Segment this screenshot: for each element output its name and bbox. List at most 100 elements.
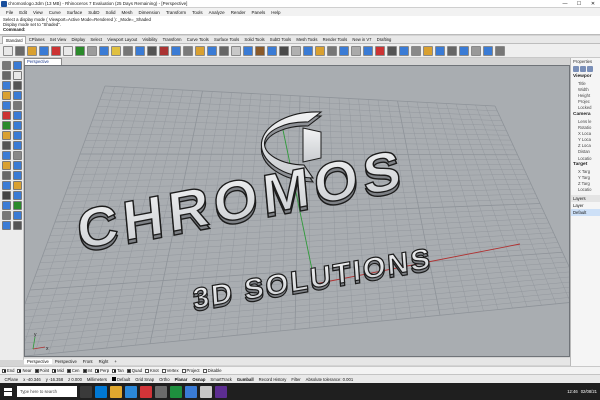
menu-edit[interactable]: Edit [16, 10, 30, 15]
toolbox-command-icon[interactable] [13, 211, 22, 220]
toolbar-command-icon[interactable] [15, 45, 25, 56]
toolbox-command-icon[interactable] [2, 131, 11, 140]
toolbox-command-icon[interactable] [13, 111, 22, 120]
toolbox-command-icon[interactable] [2, 101, 11, 110]
toolbar-command-icon[interactable] [327, 45, 337, 56]
toolbar-command-icon[interactable] [255, 45, 265, 56]
tab-transform[interactable]: Transform [160, 37, 184, 42]
taskbar-search-input[interactable]: Type here to search [17, 386, 77, 397]
toolbox-command-icon[interactable] [13, 81, 22, 90]
toolbox-command-icon[interactable] [2, 211, 11, 220]
toolbar-command-icon[interactable] [351, 45, 361, 56]
toolbox-command-icon[interactable] [2, 81, 11, 90]
toolbar-command-icon[interactable] [99, 45, 109, 56]
osnap-checkbox[interactable] [82, 368, 87, 373]
status-toggle-gumball[interactable]: Gumball [234, 377, 256, 382]
menu-panels[interactable]: Panels [248, 10, 268, 15]
target-prop-locatio[interactable]: Locatio [571, 187, 600, 193]
toolbox-command-icon[interactable] [13, 191, 22, 200]
material-icon[interactable] [580, 66, 586, 72]
toolbox-command-icon[interactable] [13, 181, 22, 190]
toolbar-command-icon[interactable] [279, 45, 289, 56]
tab-set-view[interactable]: Set View [47, 37, 69, 42]
osnap-checkbox[interactable] [95, 368, 100, 373]
command-prompt[interactable]: Command: [3, 27, 597, 32]
toolbar-command-icon[interactable] [483, 45, 493, 56]
minimize-button[interactable]: — [558, 0, 572, 8]
toolbox-command-icon[interactable] [2, 91, 11, 100]
osnap-checkbox[interactable] [202, 368, 207, 373]
status-toggle-smarttrack[interactable]: SmartTrack [208, 377, 234, 382]
toolbox-command-icon[interactable] [13, 171, 22, 180]
toolbox-command-icon[interactable] [2, 161, 11, 170]
toolbox-command-icon[interactable] [13, 71, 22, 80]
tab-select[interactable]: Select [88, 37, 105, 42]
toolbar-command-icon[interactable] [159, 45, 169, 56]
osnap-mid[interactable]: Mid [52, 368, 64, 373]
toolbar-command-icon[interactable] [207, 45, 217, 56]
toolbox-command-icon[interactable] [2, 221, 11, 230]
toolbar-command-icon[interactable] [267, 45, 277, 56]
taskbar-app-icon[interactable] [155, 385, 167, 398]
toolbox-command-icon[interactable] [2, 141, 11, 150]
object-props-icon[interactable] [573, 66, 579, 72]
toolbox-command-icon[interactable] [13, 201, 22, 210]
toolbar-command-icon[interactable] [135, 45, 145, 56]
osnap-checkbox[interactable] [66, 368, 71, 373]
taskbar-app-icon[interactable] [200, 385, 212, 398]
osnap-project[interactable]: Project [181, 368, 200, 373]
menu-render[interactable]: Render [228, 10, 249, 15]
toolbox-command-icon[interactable] [13, 61, 22, 70]
tray-date[interactable]: 02/08/21 [581, 389, 597, 394]
command-area[interactable]: Select a display mode ( Viewport=Active … [0, 16, 600, 35]
taskbar-app-icon[interactable] [140, 385, 152, 398]
osnap-point[interactable]: Point [34, 368, 49, 373]
osnap-disable[interactable]: Disable [202, 368, 222, 373]
toolbar-command-icon[interactable] [399, 45, 409, 56]
tab-display[interactable]: Display [69, 37, 88, 42]
status-layer[interactable]: Default [109, 376, 132, 382]
toolbar-command-icon[interactable] [111, 45, 121, 56]
osnap-checkbox[interactable] [161, 368, 166, 373]
tab-visibility[interactable]: Visibility [140, 37, 160, 42]
properties-tab[interactable]: Properties [571, 58, 600, 65]
layer-row-default[interactable]: Default [571, 209, 600, 216]
toolbox-command-icon[interactable] [13, 221, 22, 230]
status-toggle-filter[interactable]: Filter [289, 377, 303, 382]
toolbar-command-icon[interactable] [63, 45, 73, 56]
menu-solid[interactable]: Solid [103, 10, 119, 15]
camera-section-header[interactable]: Camera [571, 111, 600, 118]
target-section-header[interactable]: Target [571, 161, 600, 168]
viewport-tab-perspective[interactable]: Perspective [24, 359, 52, 364]
osnap-checkbox[interactable] [126, 368, 131, 373]
toolbox-command-icon[interactable] [13, 91, 22, 100]
toolbar-command-icon[interactable] [303, 45, 313, 56]
menu-help[interactable]: Help [268, 10, 283, 15]
toolbar-command-icon[interactable] [495, 45, 505, 56]
light-icon[interactable] [587, 66, 593, 72]
toolbar-command-icon[interactable] [219, 45, 229, 56]
tab-curve-tools[interactable]: Curve Tools [184, 37, 211, 42]
toolbox-command-icon[interactable] [2, 71, 11, 80]
menu-view[interactable]: View [30, 10, 46, 15]
toolbar-command-icon[interactable] [459, 45, 469, 56]
menu-subd[interactable]: SubD [85, 10, 102, 15]
osnap-checkbox[interactable] [112, 368, 117, 373]
osnap-checkbox[interactable] [145, 368, 150, 373]
tab-drafting[interactable]: Drafting [374, 37, 394, 42]
windows-start-icon[interactable] [4, 387, 12, 396]
toolbox-command-icon[interactable] [2, 181, 11, 190]
menu-surface[interactable]: Surface [64, 10, 86, 15]
toolbox-command-icon[interactable] [2, 191, 11, 200]
osnap-checkbox[interactable] [52, 368, 57, 373]
viewport-tab-front[interactable]: Front [80, 359, 96, 364]
toolbar-command-icon[interactable] [183, 45, 193, 56]
toolbar-command-icon[interactable] [471, 45, 481, 56]
tab-subd-tools[interactable]: SubD Tools [267, 37, 294, 42]
toolbar-command-icon[interactable] [435, 45, 445, 56]
tab-mesh-tools[interactable]: Mesh Tools [294, 37, 320, 42]
taskbar-app-icon[interactable] [170, 385, 182, 398]
toolbar-command-icon[interactable] [51, 45, 61, 56]
toolbar-command-icon[interactable] [411, 45, 421, 56]
osnap-near[interactable]: Near [17, 368, 32, 373]
